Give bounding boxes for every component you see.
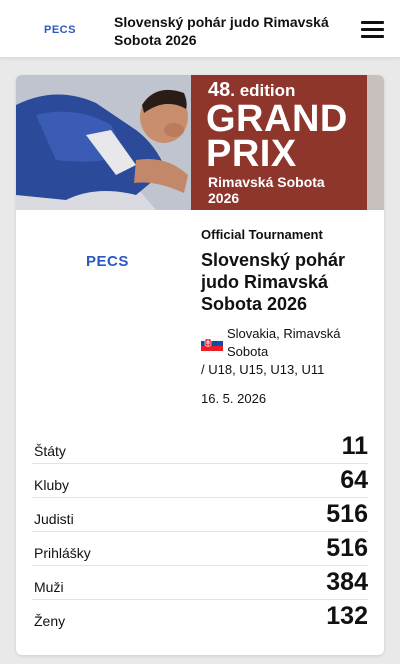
location-text: Slovakia, Rimavská Sobota bbox=[227, 326, 341, 359]
age-categories: / U18, U15, U13, U11 bbox=[201, 362, 325, 377]
tournament-card[interactable]: 48. edition GRAND PRIX Rimavská Sobota 2… bbox=[16, 75, 384, 655]
stat-row-men: Muži 384 bbox=[32, 566, 368, 600]
stat-label: Judisti bbox=[34, 511, 74, 527]
slovakia-flag-icon bbox=[201, 336, 223, 351]
stat-row-women: Ženy 132 bbox=[32, 600, 368, 634]
stat-value: 64 bbox=[340, 466, 368, 494]
stat-row-clubs: Kluby 64 bbox=[32, 464, 368, 498]
judo-photo bbox=[16, 75, 191, 210]
top-bar: PECS Slovenský pohár judo Rimavská Sobot… bbox=[0, 0, 400, 58]
stat-label: Kluby bbox=[34, 477, 70, 493]
hamburger-menu-icon[interactable] bbox=[361, 21, 384, 39]
stat-value: 11 bbox=[341, 432, 368, 460]
pecs-logo[interactable]: PECS bbox=[44, 24, 76, 36]
stat-value: 132 bbox=[326, 602, 368, 630]
banner-prix: PRIX bbox=[206, 133, 297, 175]
stat-value: 384 bbox=[326, 568, 368, 596]
tournament-date: 16. 5. 2026 bbox=[201, 391, 267, 406]
stat-row-states: Štáty 11 bbox=[32, 430, 368, 464]
page-title: Slovenský pohár judo Rimavská Sobota 202… bbox=[114, 14, 329, 48]
stat-label: Ženy bbox=[34, 613, 66, 629]
tournament-type: Official Tournament bbox=[201, 227, 323, 242]
tournament-info: Official Tournament Slovenský pohár judo… bbox=[201, 227, 371, 406]
stat-label: Muži bbox=[34, 579, 64, 595]
tournament-location: Slovakia, Rimavská Sobota bbox=[201, 325, 371, 361]
organizer-logo: PECS bbox=[86, 253, 129, 270]
stat-value: 516 bbox=[326, 500, 368, 528]
banner-place: Rimavská Sobota bbox=[208, 174, 325, 190]
stats-table: Štáty 11 Kluby 64 Judisti 516 Prihlášky … bbox=[32, 430, 368, 634]
banner-edge bbox=[367, 75, 384, 210]
tournament-banner: 48. edition GRAND PRIX Rimavská Sobota 2… bbox=[16, 75, 384, 210]
stat-row-judokas: Judisti 516 bbox=[32, 498, 368, 532]
stat-value: 516 bbox=[326, 534, 368, 562]
stat-label: Prihlášky bbox=[34, 545, 91, 561]
banner-year: 2026 bbox=[208, 190, 240, 206]
tournament-name[interactable]: Slovenský pohár judo Rimavská Sobota 202… bbox=[201, 249, 371, 315]
stat-row-entries: Prihlášky 516 bbox=[32, 532, 368, 566]
stat-label: Štáty bbox=[34, 443, 66, 459]
